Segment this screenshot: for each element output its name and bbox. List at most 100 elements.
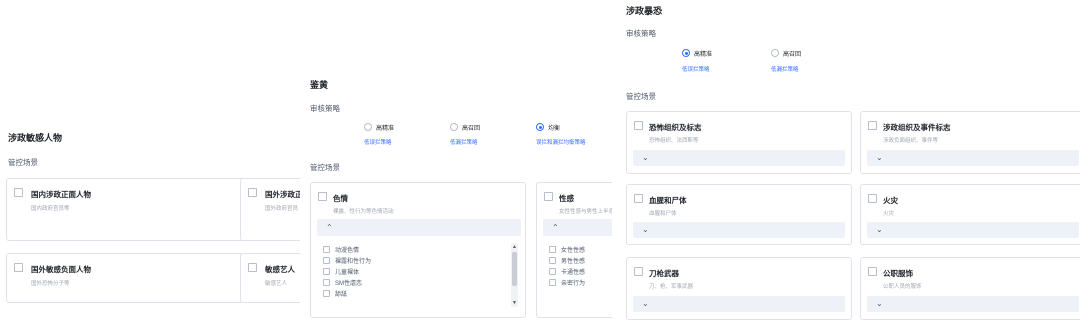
scene-checkbox[interactable] (248, 188, 257, 197)
radio-label: 高精准 (694, 52, 713, 58)
scene-card-fire[interactable]: 火灾 火灾 ⌄ (860, 184, 1080, 245)
item-label: 亲密行为 (561, 281, 586, 287)
scene-card-sensitive-artist[interactable]: 敏感艺人 敏感艺人 (240, 253, 300, 303)
radio-high-precision[interactable] (364, 123, 372, 131)
scene-card-weapons[interactable]: 刀枪武器 刀、枪、军事武器 ⌄ (626, 257, 852, 320)
chevron-down-icon: ⌄ (642, 225, 649, 234)
radio-high-recall[interactable] (771, 49, 779, 57)
card-title: 火灾 (883, 196, 898, 205)
item-checkbox[interactable] (549, 257, 556, 264)
item-checkbox[interactable] (549, 279, 556, 286)
scene-checkbox[interactable] (14, 188, 23, 197)
scene-card-uniform[interactable]: 公职服饰 公职人员的服饰 ⌄ (860, 257, 1080, 320)
strategy-link[interactable]: 低误拦策略 (682, 65, 710, 73)
scene-checkbox[interactable] (544, 192, 553, 201)
item-checkbox[interactable] (323, 290, 330, 297)
scene-checkbox[interactable] (868, 121, 877, 130)
card-title: 刀枪武器 (649, 269, 679, 278)
strategy-label: 审核策略 (310, 104, 340, 113)
chevron-down-icon: ⌄ (876, 153, 883, 162)
strategy-link[interactable]: 低误拦策略 (364, 138, 392, 146)
item-label: 卡通性感 (561, 270, 586, 276)
card-desc: 涉政负面组织、事件等 (883, 138, 939, 144)
list-scrollbar[interactable]: ▲ ▼ (511, 243, 518, 307)
scene-checkbox[interactable] (634, 267, 643, 276)
scene-checkbox[interactable] (868, 194, 877, 203)
card-desc: 火灾 (883, 211, 895, 217)
card-desc: 女性性感与男性上半身裸体 (559, 209, 612, 215)
card-desc: 国外恐怖分子等 (31, 281, 70, 287)
item-label: 儿童裸体 (335, 270, 360, 276)
chevron-down-icon: ⌄ (876, 225, 883, 234)
scene-checkbox[interactable] (868, 267, 877, 276)
card-title: 国内涉政正面人物 (31, 190, 91, 199)
strategy-label: 审核策略 (626, 29, 656, 38)
item-label: 男性性感 (561, 259, 586, 265)
card-title: 敏感艺人 (265, 265, 295, 274)
section-title: 涉政暴恐 (626, 6, 663, 16)
card-desc: 刀、枪、军事武器 (649, 284, 694, 290)
item-label: 动漫色情 (335, 248, 360, 254)
scene-checkbox[interactable] (14, 263, 23, 272)
scene-card-foreign-positive[interactable]: 国外涉政正面 国外政府官员 (240, 178, 300, 241)
chevron-down-icon: ⌄ (642, 153, 649, 162)
section-title: 涉政敏感人物 (8, 133, 63, 143)
item-label: 舔舐 (335, 292, 348, 298)
scroll-thumb[interactable] (512, 252, 517, 286)
radio-label: 均衡 (548, 126, 561, 132)
porn-panel: 鉴黄 审核策略 高精准 低误拦策略 高召回 低漏拦策略 均衡 误拦和漏拦均衡策略… (302, 66, 612, 326)
card-title: 国外敏感负面人物 (31, 265, 91, 274)
item-label: 女性性感 (561, 248, 586, 254)
item-checkbox[interactable] (549, 246, 556, 253)
scene-checkbox[interactable] (634, 121, 643, 130)
scene-card-politics-org[interactable]: 涉政组织及事件标志 涉政负面组织、事件等 ⌄ (860, 111, 1080, 174)
section-title: 鉴黄 (310, 80, 329, 90)
chevron-down-icon: ⌄ (876, 299, 883, 308)
scene-card-terror-org[interactable]: 恐怖组织及标志 恐怖组织、法西斯等 ⌄ (626, 111, 852, 174)
radio-label: 高召回 (783, 52, 802, 58)
item-checkbox[interactable] (323, 268, 330, 275)
radio-high-recall[interactable] (450, 123, 458, 131)
card-desc: 裸露、性行为等色情活动 (333, 209, 394, 215)
strategy-link[interactable]: 低漏拦策略 (450, 138, 478, 146)
radio-label: 高精准 (376, 126, 395, 132)
chevron-down-icon: ⌄ (642, 299, 649, 308)
item-checkbox[interactable] (323, 279, 330, 286)
item-checkbox[interactable] (323, 246, 330, 253)
scene-checkbox[interactable] (634, 194, 643, 203)
radio-label: 高召回 (462, 126, 481, 132)
item-checkbox[interactable] (549, 268, 556, 275)
scene-card-sexy[interactable]: 性感 女性性感与男性上半身裸体 ⌃ 女性性感 男性性感 卡通性感 亲密行为 (536, 182, 612, 318)
scene-card-bloody[interactable]: 血腥和尸体 血腥和尸体 ⌄ (626, 184, 852, 245)
expand-toggle[interactable]: ⌄ (633, 222, 845, 238)
scene-checkbox[interactable] (248, 263, 257, 272)
expand-toggle[interactable]: ⌄ (633, 150, 845, 166)
expand-toggle[interactable]: ⌄ (867, 222, 1079, 238)
radio-high-precision[interactable] (682, 49, 690, 57)
card-desc: 敏感艺人 (265, 281, 288, 287)
card-desc: 恐怖组织、法西斯等 (649, 138, 699, 144)
item-label: 裸露和性行为 (335, 259, 372, 265)
chevron-up-icon: ⌃ (552, 223, 559, 232)
scroll-up-icon[interactable]: ▲ (511, 244, 518, 250)
expand-toggle[interactable]: ⌄ (867, 296, 1079, 312)
item-checkbox[interactable] (323, 257, 330, 264)
scene-card-foreign-negative[interactable]: 国外敏感负面人物 国外恐怖分子等 (6, 253, 260, 303)
radio-balanced[interactable] (536, 123, 544, 131)
scene-label: 管控场景 (626, 92, 656, 101)
expand-toggle[interactable]: ⌄ (867, 150, 1079, 166)
politics-people-panel: 涉政敏感人物 管控场景 国内涉政正面人物 国内政府官员等 国外涉政正面 国外政府… (0, 0, 300, 326)
scene-checkbox[interactable] (318, 192, 327, 201)
card-desc: 血腥和尸体 (649, 211, 677, 217)
collapse-toggle[interactable]: ⌃ (317, 219, 521, 236)
strategy-link[interactable]: 低漏拦策略 (771, 65, 799, 73)
scene-card-domestic-positive[interactable]: 国内涉政正面人物 国内政府官员等 (6, 178, 260, 241)
collapse-toggle[interactable]: ⌃ (543, 219, 612, 236)
scene-card-sex[interactable]: 色情 裸露、性行为等色情活动 ⌃ 动漫色情 裸露和性行为 儿童裸体 SM性虐恋 … (310, 182, 526, 318)
terror-panel: 涉政暴恐 审核策略 高精准 低误拦策略 高召回 低漏拦策略 管控场景 恐怖组织及… (616, 0, 1080, 326)
card-title: 性感 (559, 194, 574, 203)
expand-toggle[interactable]: ⌄ (633, 296, 845, 312)
strategy-link[interactable]: 误拦和漏拦均衡策略 (536, 138, 586, 146)
scroll-down-icon[interactable]: ▼ (511, 300, 518, 306)
card-title: 色情 (333, 194, 348, 203)
